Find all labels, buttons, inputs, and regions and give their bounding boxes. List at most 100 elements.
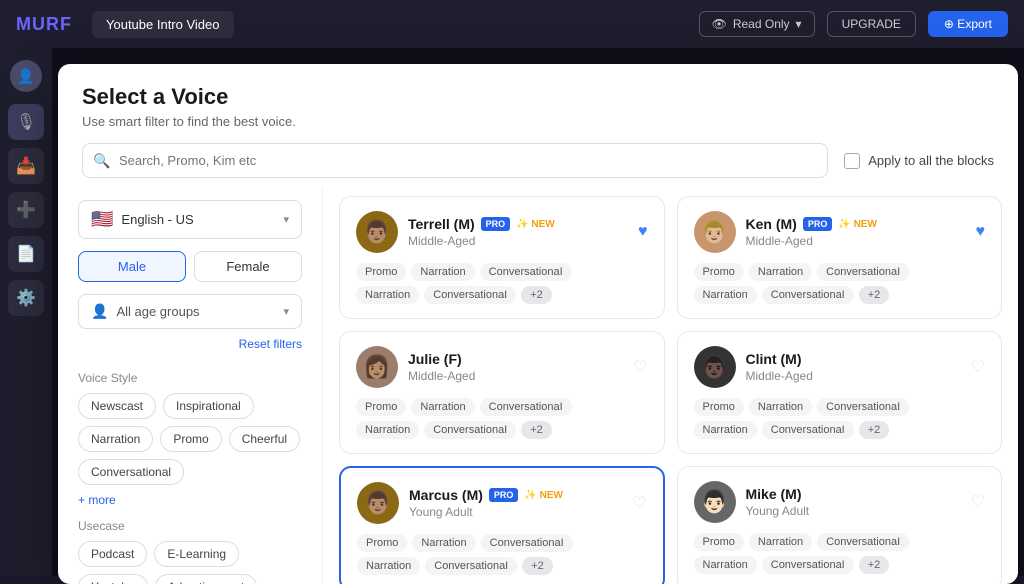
card-tags-row2: NarrationConversationaI +2	[694, 556, 986, 574]
card-tags-row2: NarrationConversationaI +2	[356, 286, 648, 304]
sidebar-item-transcript[interactable]: 📄	[8, 236, 44, 272]
export-button[interactable]: ⊕ Export	[928, 11, 1008, 37]
apply-all-row: Apply to all the blocks	[844, 153, 994, 169]
sidebar-item-import[interactable]: 📥	[8, 148, 44, 184]
age-group-select[interactable]: 👤 All age groups ▾	[78, 294, 302, 329]
voice-style-tag[interactable]: Inspirational	[163, 393, 254, 419]
avatar: 👩🏽	[356, 346, 398, 388]
voice-tag: Narration	[356, 421, 419, 439]
voice-tag: Narration	[749, 263, 812, 281]
more-voice-styles-link[interactable]: + more	[78, 493, 302, 507]
voice-card[interactable]: 👨🏽 Terrell (M) PRO ✨ NEW Middle-Aged ♥ P…	[339, 196, 665, 319]
search-input[interactable]	[82, 143, 828, 178]
card-top: 👨🏼 Ken (M) PRO ✨ NEW Middle-Aged ♥	[694, 211, 986, 253]
avatar: 👨🏻	[694, 481, 736, 523]
voice-name: Terrell (M) PRO ✨ NEW	[408, 216, 628, 232]
pro-badge: PRO	[489, 488, 519, 502]
voice-tag: Narration	[694, 421, 757, 439]
card-info: Julie (F) Middle-Aged	[408, 351, 623, 383]
voice-card[interactable]: 👨🏽 Marcus (M) PRO ✨ NEW Young Adult ♡ Pr…	[339, 466, 665, 584]
apply-all-label: Apply to all the blocks	[868, 153, 994, 168]
voice-tag-plus: +2	[859, 556, 890, 574]
voice-tag: Promo	[356, 398, 406, 416]
like-button[interactable]: ♥	[638, 223, 648, 241]
voice-card[interactable]: 👩🏽 Julie (F) Middle-Aged ♡ PromoNarratio…	[339, 331, 665, 454]
modal-overlay: Select a Voice Use smart filter to find …	[52, 48, 1024, 576]
voice-tag-plus: +2	[859, 286, 890, 304]
voice-card[interactable]: 👨🏻 Mike (M) Young Adult ♡ PromoNarration…	[677, 466, 1003, 584]
voice-tag: Narration	[412, 534, 475, 552]
voice-tag: ConversationaI	[762, 286, 854, 304]
like-button[interactable]: ♥	[976, 223, 986, 241]
like-button[interactable]: ♡	[971, 357, 985, 377]
voice-tag: Promo	[694, 398, 744, 416]
like-button[interactable]: ♡	[632, 493, 646, 513]
upgrade-button[interactable]: UPGRADE	[827, 11, 916, 37]
voice-card[interactable]: 👨🏼 Ken (M) PRO ✨ NEW Middle-Aged ♥ Promo…	[677, 196, 1003, 319]
card-top: 👨🏻 Mike (M) Young Adult ♡	[694, 481, 986, 523]
voice-tag: Promo	[356, 263, 406, 281]
chevron-down-icon: ▾	[283, 305, 289, 318]
card-info: Marcus (M) PRO ✨ NEW Young Adult	[409, 487, 622, 519]
card-tags: PromoNarrationConversationaI	[694, 533, 986, 551]
apply-all-checkbox[interactable]	[844, 153, 860, 169]
male-gender-button[interactable]: Male	[78, 251, 186, 282]
voice-age: Middle-Aged	[746, 234, 966, 248]
voice-name: Clint (M)	[746, 351, 961, 367]
voice-name: Ken (M) PRO ✨ NEW	[746, 216, 966, 232]
card-top: 👨🏽 Marcus (M) PRO ✨ NEW Young Adult ♡	[357, 482, 647, 524]
topbar: MURF Youtube Intro Video 👁 Read Only ▾ U…	[0, 0, 1024, 48]
voice-tag-plus: +2	[522, 557, 553, 575]
sidebar-item-settings[interactable]: ⚙️	[8, 280, 44, 316]
card-tags: PromoNarrationConversationaI	[356, 398, 648, 416]
reset-filters-button[interactable]: Reset filters	[78, 333, 302, 361]
new-badge: ✨ NEW	[838, 219, 877, 230]
sidebar-item-add[interactable]: ➕	[8, 192, 44, 228]
voice-card[interactable]: 👨🏿 Clint (M) Middle-Aged ♡ PromoNarratio…	[677, 331, 1003, 454]
card-info: Terrell (M) PRO ✨ NEW Middle-Aged	[408, 216, 628, 248]
read-only-button[interactable]: 👁 Read Only ▾	[699, 11, 815, 37]
voice-cards-grid: 👨🏽 Terrell (M) PRO ✨ NEW Middle-Aged ♥ P…	[339, 196, 1002, 584]
cards-panel: 👨🏽 Terrell (M) PRO ✨ NEW Middle-Aged ♥ P…	[323, 188, 1018, 584]
sidebar-item-explore[interactable]: 🎙	[8, 104, 44, 140]
age-group-label: All age groups	[116, 304, 199, 319]
female-gender-button[interactable]: Female	[194, 251, 302, 282]
card-tags-row2: Narration ConversationaI +2	[357, 557, 647, 575]
card-tags: PromoNarrationConversationaI	[357, 534, 647, 552]
voice-tag-plus: +2	[521, 286, 552, 304]
usecase-tags: PodcastE-LearningYoutubeAdvertisementPes…	[78, 541, 302, 584]
voice-tag: Narration	[356, 286, 419, 304]
project-title: Youtube Intro Video	[92, 11, 234, 38]
voice-age: Middle-Aged	[408, 369, 623, 383]
voice-tag: Promo	[694, 263, 744, 281]
card-tags: PromoNarrationConversationaI	[694, 263, 986, 281]
card-tags-row2: NarrationConversationaI +2	[694, 421, 986, 439]
voice-style-tag[interactable]: Narration	[78, 426, 153, 452]
card-tags-row2: NarrationConversationaI +2	[356, 421, 648, 439]
voice-tag: Promo	[357, 534, 407, 552]
avatar: 👨🏿	[694, 346, 736, 388]
voice-tag: Narration	[694, 556, 757, 574]
card-tags-row2: NarrationConversationaI +2	[694, 286, 986, 304]
voice-tag: ConversationaI	[425, 557, 517, 575]
voice-age: Young Adult	[746, 504, 961, 518]
language-select[interactable]: 🇺🇸 English - US ▾	[78, 200, 302, 239]
voice-style-tag[interactable]: Cheerful	[229, 426, 300, 452]
voice-style-tag[interactable]: Promo	[160, 426, 221, 452]
voice-style-tag[interactable]: Newscast	[78, 393, 156, 419]
voice-tag: ConversationaI	[424, 421, 516, 439]
card-info: Ken (M) PRO ✨ NEW Middle-Aged	[746, 216, 966, 248]
age-icon: 👤	[91, 303, 108, 320]
voice-tag: Promo	[694, 533, 744, 551]
like-button[interactable]: ♡	[633, 357, 647, 377]
voice-tag: Narration	[411, 263, 474, 281]
like-button[interactable]: ♡	[971, 492, 985, 512]
voice-tag: Narration	[357, 557, 420, 575]
modal-body: 🇺🇸 English - US ▾ Male Female 👤 All age …	[58, 188, 1018, 584]
modal-title: Select a Voice	[82, 84, 994, 110]
voice-style-tag[interactable]: Conversational	[78, 459, 184, 485]
search-row: 🔍 Apply to all the blocks	[58, 129, 1018, 188]
avatar: 👤	[10, 60, 42, 92]
usecase-tag[interactable]: Podcast	[78, 541, 147, 567]
usecase-tag[interactable]: E-Learning	[154, 541, 239, 567]
